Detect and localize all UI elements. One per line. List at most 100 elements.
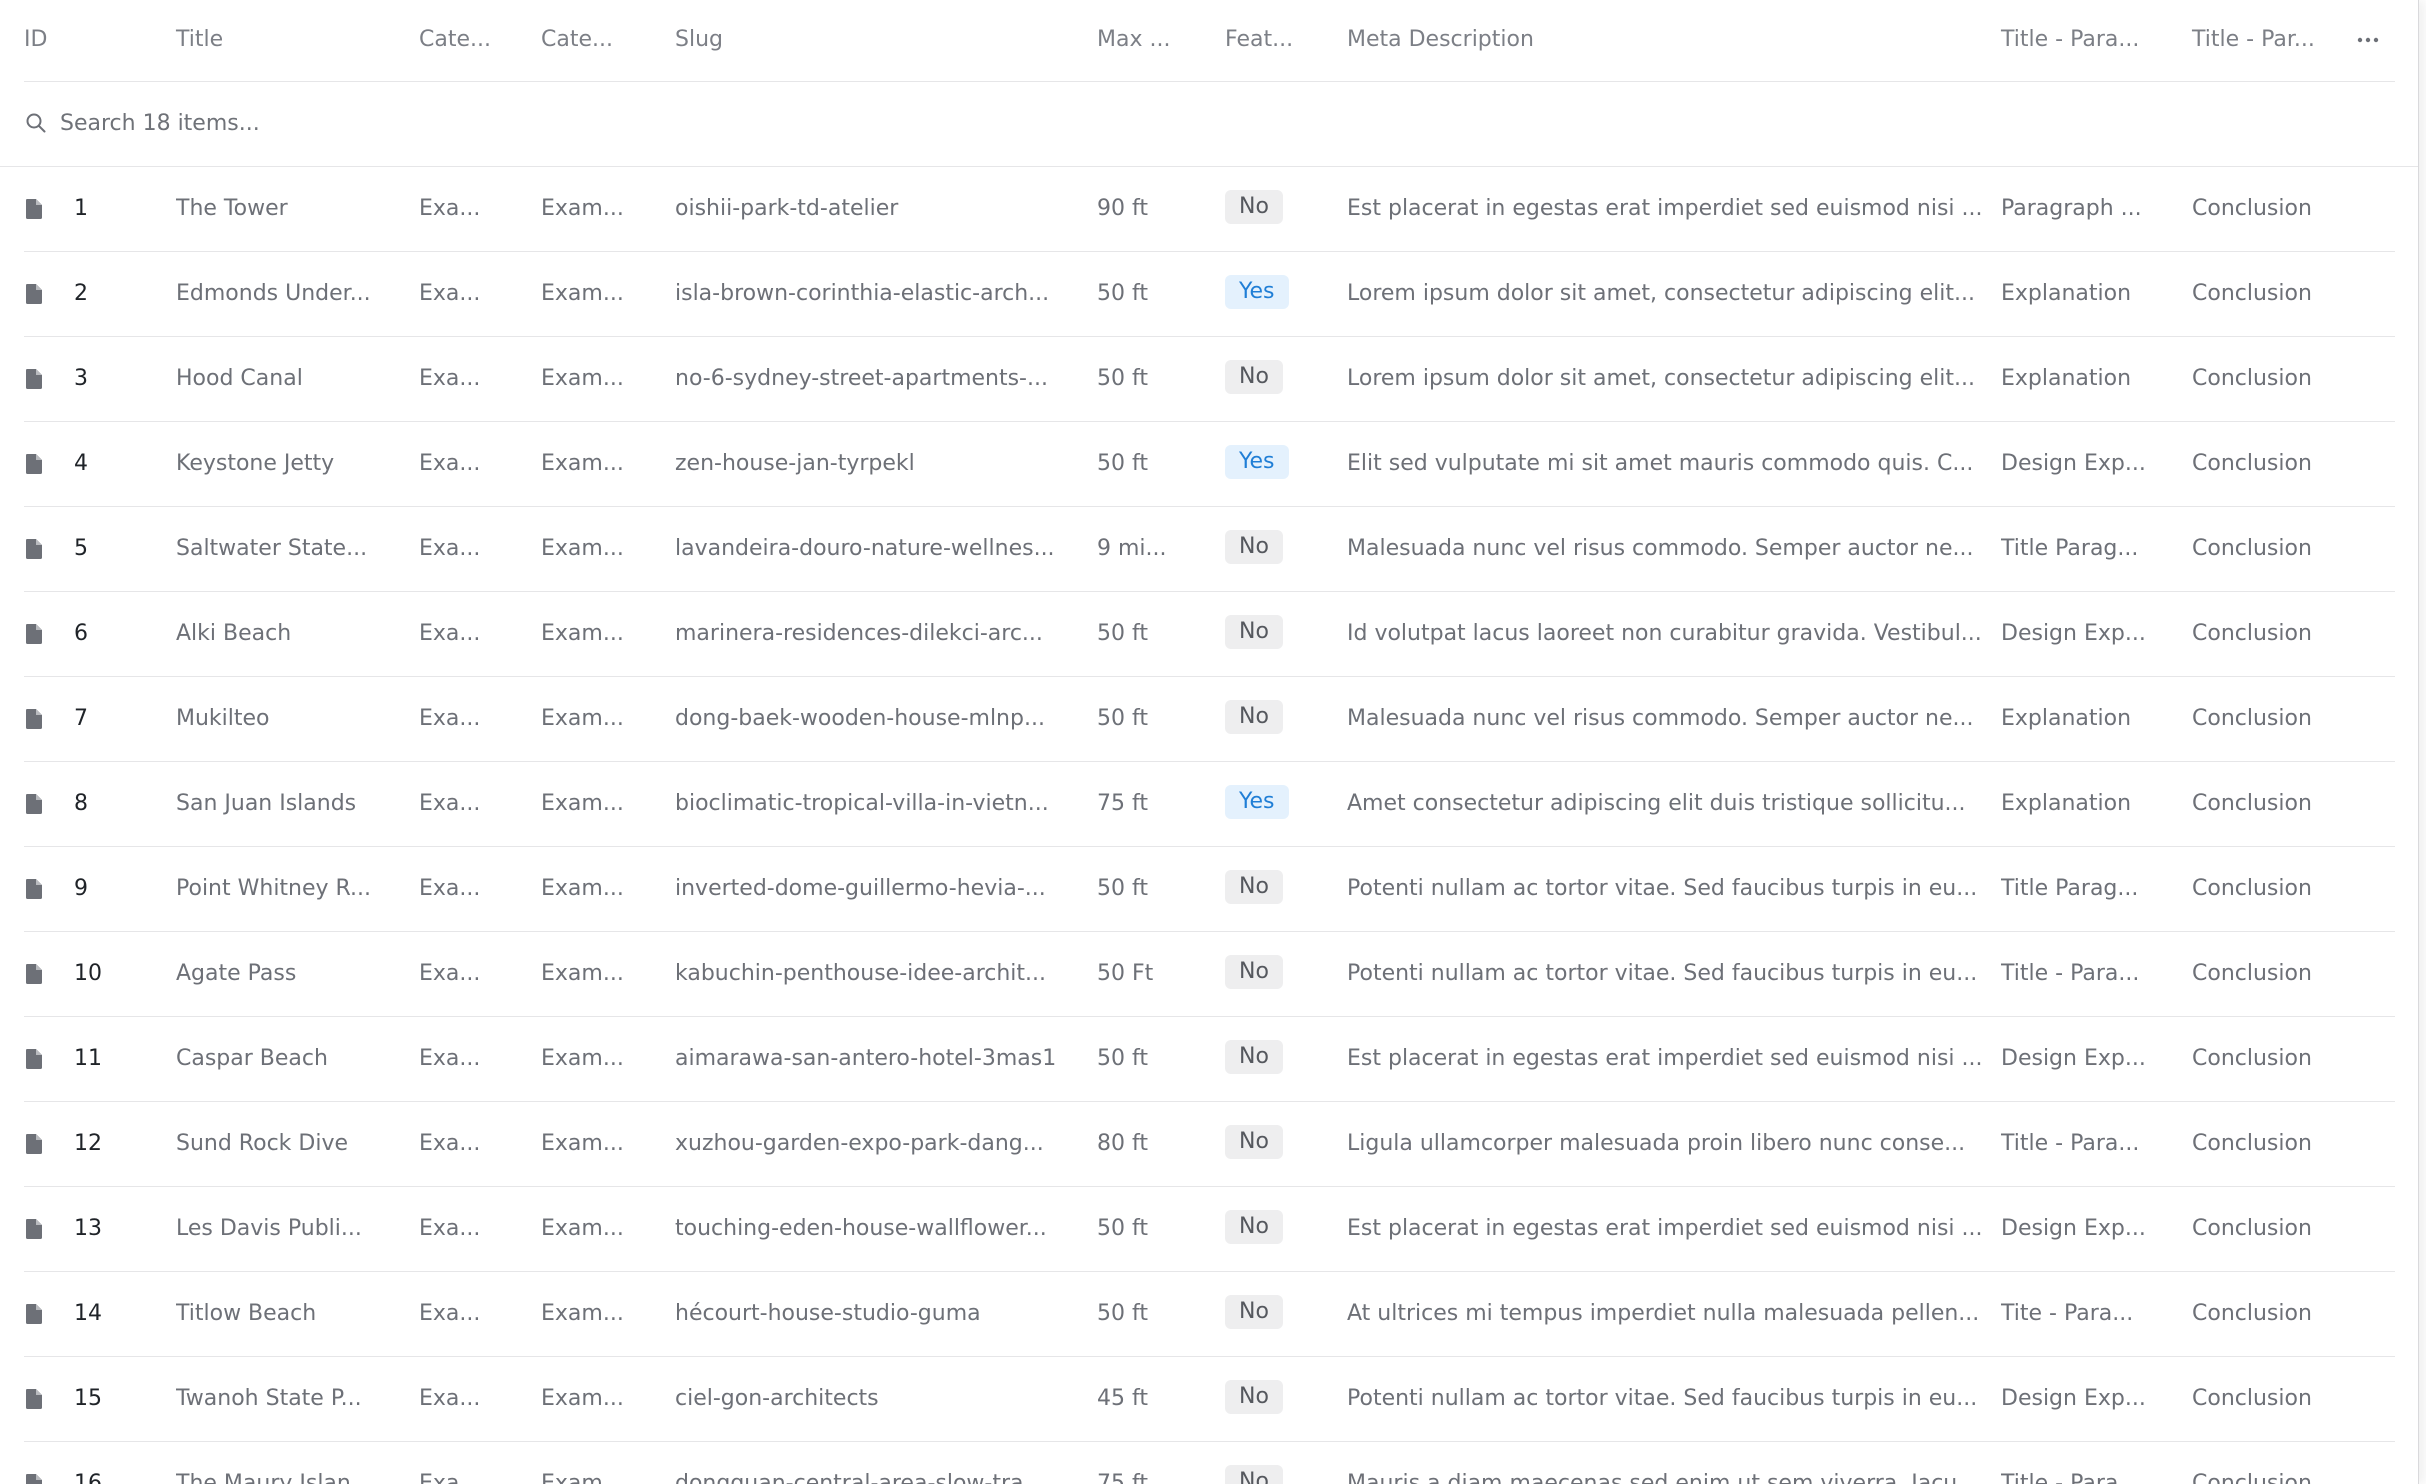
cell-title-paragraph-2: Conclusion xyxy=(2192,1216,2312,1241)
cell-max: 50 ft xyxy=(1097,451,1148,476)
cell-category-2: Exam... xyxy=(541,1216,624,1241)
table-row[interactable]: 7 Mukilteo Exa... Exam... dong-baek-wood… xyxy=(24,677,2395,762)
search-input[interactable] xyxy=(60,100,960,146)
document-icon xyxy=(26,199,42,219)
cell-max: 50 Ft xyxy=(1097,961,1154,986)
column-header-featured[interactable]: Feat... xyxy=(1225,0,1293,82)
cell-id: 14 xyxy=(74,1301,102,1326)
table-row[interactable]: 13 Les Davis Publi... Exa... Exam... tou… xyxy=(24,1187,2395,1272)
cell-max: 90 ft xyxy=(1097,196,1148,221)
table-row[interactable]: 1 The Tower Exa... Exam... oishii-park-t… xyxy=(24,167,2395,252)
table-row[interactable]: 8 San Juan Islands Exa... Exam... biocli… xyxy=(24,762,2395,847)
table-row[interactable]: 10 Agate Pass Exa... Exam... kabuchin-pe… xyxy=(24,932,2395,1017)
cell-max: 50 ft xyxy=(1097,366,1148,391)
table-row[interactable]: 2 Edmonds Under... Exa... Exam... isla-b… xyxy=(24,252,2395,337)
cell-title-paragraph-2: Conclusion xyxy=(2192,1386,2312,1411)
cell-title-paragraph-1: Design Exp... xyxy=(2001,1216,2146,1241)
cell-category-2: Exam... xyxy=(541,1301,624,1326)
cell-featured: Yes xyxy=(1225,422,1345,506)
document-icon xyxy=(26,964,42,984)
cell-featured: No xyxy=(1225,167,1345,251)
cell-category-1: Exa... xyxy=(419,1046,481,1071)
cell-title: Les Davis Publi... xyxy=(176,1216,362,1241)
cell-title-paragraph-1: Design Exp... xyxy=(2001,1046,2146,1071)
document-icon xyxy=(26,369,42,389)
table-row[interactable]: 9 Point Whitney R... Exa... Exam... inve… xyxy=(24,847,2395,932)
cell-meta-description: Est placerat in egestas erat imperdiet s… xyxy=(1347,1216,1983,1241)
column-header-title-paragraph-2[interactable]: Title - Par... xyxy=(2192,0,2315,82)
cell-title: Alki Beach xyxy=(176,621,292,646)
cell-category-1: Exa... xyxy=(419,536,481,561)
column-header-id[interactable]: ID xyxy=(24,0,47,82)
cell-title: Keystone Jetty xyxy=(176,451,335,476)
featured-badge: No xyxy=(1225,1125,1283,1159)
cell-slug: lavandeira-douro-nature-wellnes... xyxy=(675,536,1055,561)
cell-max: 75 ft xyxy=(1097,1471,1148,1484)
table-row[interactable]: 16 The Maury Islan... Exa... Exam... don… xyxy=(24,1442,2395,1484)
cell-id: 7 xyxy=(74,706,88,731)
table-row[interactable]: 15 Twanoh State P... Exa... Exam... ciel… xyxy=(24,1357,2395,1442)
featured-badge: No xyxy=(1225,955,1283,989)
cell-category-2: Exam... xyxy=(541,621,624,646)
cell-title-paragraph-1: Title - Para... xyxy=(2001,1471,2140,1484)
cell-title: Hood Canal xyxy=(176,366,303,391)
cell-category-1: Exa... xyxy=(419,1301,481,1326)
column-header-title-paragraph-1[interactable]: Title - Para... xyxy=(2001,0,2139,82)
cell-featured: No xyxy=(1225,932,1345,1016)
cell-slug: xuzhou-garden-expo-park-dang... xyxy=(675,1131,1044,1156)
cell-max: 50 ft xyxy=(1097,1046,1148,1071)
column-header-max[interactable]: Max ... xyxy=(1097,0,1170,82)
table-row[interactable]: 4 Keystone Jetty Exa... Exam... zen-hous… xyxy=(24,422,2395,507)
cell-featured: No xyxy=(1225,1102,1345,1186)
table-row[interactable]: 6 Alki Beach Exa... Exam... marinera-res… xyxy=(24,592,2395,677)
cell-featured: No xyxy=(1225,1272,1345,1356)
table-row[interactable]: 14 Titlow Beach Exa... Exam... hécourt-h… xyxy=(24,1272,2395,1357)
column-header-category-2[interactable]: Cate... xyxy=(541,0,613,82)
cell-category-2: Exam... xyxy=(541,196,624,221)
column-header-slug[interactable]: Slug xyxy=(675,0,723,82)
cell-category-2: Exam... xyxy=(541,1471,624,1484)
cell-title: Point Whitney R... xyxy=(176,876,372,901)
cell-category-2: Exam... xyxy=(541,706,624,731)
cell-slug: no-6-sydney-street-apartments-... xyxy=(675,366,1048,391)
cell-slug: zen-house-jan-tyrpekl xyxy=(675,451,915,476)
document-icon xyxy=(26,1474,42,1484)
cell-max: 50 ft xyxy=(1097,876,1148,901)
cell-featured: No xyxy=(1225,847,1345,931)
cell-featured: No xyxy=(1225,677,1345,761)
cell-title-paragraph-1: Explanation xyxy=(2001,281,2132,306)
cell-meta-description: Ligula ullamcorper malesuada proin liber… xyxy=(1347,1131,1966,1156)
cell-max: 80 ft xyxy=(1097,1131,1148,1156)
cell-id: 6 xyxy=(74,621,88,646)
featured-badge: No xyxy=(1225,190,1283,224)
cell-id: 1 xyxy=(74,196,88,221)
table-row[interactable]: 3 Hood Canal Exa... Exam... no-6-sydney-… xyxy=(24,337,2395,422)
document-icon xyxy=(26,284,42,304)
search-bar xyxy=(0,82,2418,167)
table-row[interactable]: 11 Caspar Beach Exa... Exam... aimarawa-… xyxy=(24,1017,2395,1102)
featured-badge: No xyxy=(1225,1380,1283,1414)
cell-featured: No xyxy=(1225,1017,1345,1101)
cell-meta-description: Potenti nullam ac tortor vitae. Sed fauc… xyxy=(1347,961,1978,986)
table-row[interactable]: 12 Sund Rock Dive Exa... Exam... xuzhou-… xyxy=(24,1102,2395,1187)
table-row[interactable]: 5 Saltwater State... Exa... Exam... lava… xyxy=(24,507,2395,592)
column-header-meta-description[interactable]: Meta Description xyxy=(1347,0,1534,82)
document-icon xyxy=(26,709,42,729)
cell-id: 15 xyxy=(74,1386,102,1411)
document-icon xyxy=(26,539,42,559)
featured-badge: Yes xyxy=(1225,275,1289,309)
cell-title-paragraph-2: Conclusion xyxy=(2192,706,2312,731)
cell-title-paragraph-1: Explanation xyxy=(2001,791,2132,816)
cell-title-paragraph-2: Conclusion xyxy=(2192,1301,2312,1326)
column-header-category-1[interactable]: Cate... xyxy=(419,0,491,82)
table-body: 1 The Tower Exa... Exam... oishii-park-t… xyxy=(0,167,2418,1484)
cell-meta-description: Malesuada nunc vel risus commodo. Semper… xyxy=(1347,536,1974,561)
cell-category-2: Exam... xyxy=(541,791,624,816)
cell-title-paragraph-2: Conclusion xyxy=(2192,1046,2312,1071)
cell-slug: isla-brown-corinthia-elastic-arch... xyxy=(675,281,1050,306)
more-options-icon[interactable] xyxy=(2356,30,2380,50)
featured-badge: Yes xyxy=(1225,445,1289,479)
cell-slug: inverted-dome-guillermo-hevia-... xyxy=(675,876,1046,901)
cell-meta-description: Elit sed vulputate mi sit amet mauris co… xyxy=(1347,451,1974,476)
column-header-title[interactable]: Title xyxy=(176,0,223,82)
